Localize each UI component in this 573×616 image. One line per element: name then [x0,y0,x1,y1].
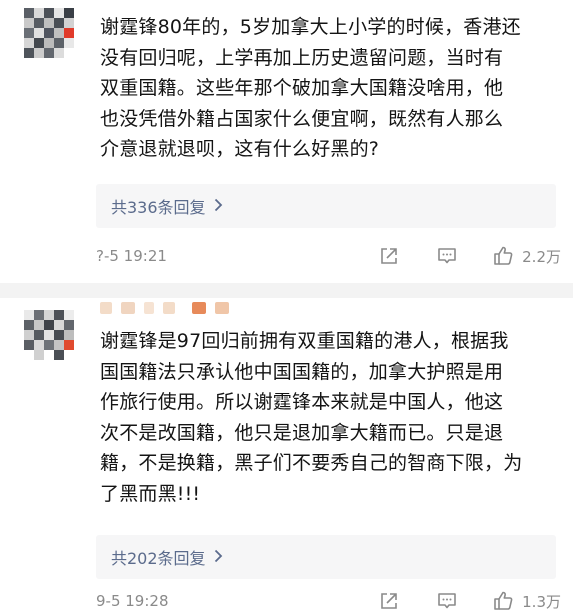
share-icon [381,593,397,609]
chevron-right-icon [214,548,223,567]
comment-item: 谢霆锋80年的，5岁加拿大上小学的时候，香港还 没有回归呢，上学再加上历史遗留问… [0,0,573,283]
comment-icon [438,593,456,609]
like-count: 1.3万 [522,592,561,611]
chevron-right-icon [214,197,223,216]
avatar[interactable] [24,8,74,58]
comment-icon [438,248,456,264]
replies-count: 共202条回复 [111,549,206,568]
like-button[interactable]: 1.3万 [492,590,561,612]
comment-button[interactable] [436,245,458,267]
comment-text: 谢霆锋80年的，5岁加拿大上小学的时候，香港还 没有回归呢，上学再加上历史遗留问… [100,16,521,160]
share-button[interactable] [378,245,400,267]
like-button[interactable]: 2.2万 [492,245,561,267]
share-button[interactable] [378,590,400,612]
comment-meta: 9-5 19:28 1.3万 [96,587,561,615]
replies-link[interactable]: 共202条回复 [96,535,556,579]
like-count: 2.2万 [522,247,561,266]
timestamp: 9-5 19:28 [96,592,169,610]
comment-item: 谢霆锋是97回归前拥有双重国籍的港人，根据我 国国籍法只承认他中国国籍的，加拿大… [0,298,573,616]
thumbs-up-icon [494,246,513,265]
comment-button[interactable] [436,590,458,612]
comment-meta: ?-5 19:21 2.2万 [96,242,561,270]
divider [0,283,573,298]
avatar[interactable] [24,310,74,360]
comment-text: 谢霆锋是97回归前拥有双重国籍的港人，根据我 国国籍法只承认他中国国籍的，加拿大… [100,330,523,505]
replies-count: 共336条回复 [111,198,206,217]
username[interactable] [100,302,229,314]
thumbs-up-icon [494,591,513,610]
share-icon [381,248,397,264]
timestamp: ?-5 19:21 [96,247,167,265]
replies-link[interactable]: 共336条回复 [96,184,556,228]
